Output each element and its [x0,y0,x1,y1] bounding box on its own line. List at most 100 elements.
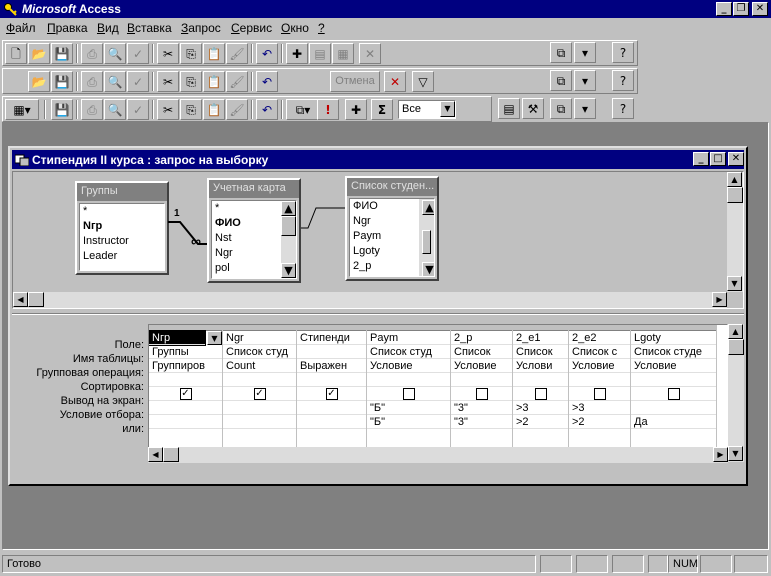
show-checkbox-cell[interactable] [569,387,630,401]
table-groups[interactable]: Группы * Nгр Instructor Leader [75,181,169,275]
grid-cell-sort[interactable] [223,373,296,387]
grid-cell-sort[interactable] [451,373,512,387]
database-window-icon[interactable]: ⧉ [550,42,572,63]
menu-window[interactable]: Окно [281,21,309,35]
save-icon[interactable]: 💾 [51,99,73,120]
field-item[interactable]: Leader [80,249,164,264]
delete-icon[interactable]: ✕ [359,43,381,64]
grid-cell-group[interactable]: Условие [367,359,450,373]
grid-cell-or[interactable]: "3" [451,415,512,429]
query-minimize-button[interactable]: _ [693,152,709,166]
query-type-dropdown-icon[interactable]: ⧉▾ [286,99,320,120]
restore-button[interactable]: ❐ [733,2,749,16]
database-window-icon[interactable]: ⧉ [550,70,572,91]
copy-icon[interactable]: ⎘ [180,43,202,64]
print-preview-icon[interactable]: 🔍 [104,99,126,120]
grid-cell-crit[interactable] [631,401,716,415]
unchecked-checkbox[interactable] [534,388,547,400]
copy-icon[interactable]: ⎘ [180,71,202,92]
unchecked-checkbox[interactable] [402,388,415,400]
filter-icon[interactable]: ▽ [412,71,434,92]
unchecked-checkbox[interactable] [667,388,680,400]
format-painter-icon[interactable]: 🖌 [226,99,248,120]
menu-tools[interactable]: Сервис [231,21,272,35]
delete-record-icon[interactable]: ✕ [384,71,406,92]
field-item[interactable]: Nгр [80,219,164,234]
chevron-down-icon[interactable]: ▼ [440,101,455,117]
save-icon[interactable]: 💾 [51,43,73,64]
grid-cell-crit[interactable] [149,401,222,415]
grid-cell-or[interactable]: >2 [569,415,630,429]
show-checkbox-cell[interactable] [631,387,716,401]
save-icon[interactable]: 💾 [51,71,73,92]
grid-cell-or[interactable]: "Б" [367,415,450,429]
new-object-dropdown-icon[interactable]: ▾ [574,70,596,91]
view-dropdown-icon[interactable]: ▦▾ [5,99,39,120]
scroll-thumb[interactable] [728,339,744,355]
spelling-icon[interactable]: ✓ [127,71,149,92]
table-students-list[interactable]: Список студен... ФИО Ngr Paym Lgoty 2_р … [345,176,439,281]
show-table-icon[interactable]: ✚ [345,99,367,120]
undo-icon[interactable]: ↶ [256,43,278,64]
grid-cell-field[interactable]: Paym [367,331,450,345]
scroll-down-icon[interactable]: ▼ [727,276,742,291]
menu-insert[interactable]: Вставка [127,21,172,35]
undo-icon[interactable]: ↶ [256,99,278,120]
grid-cell-sort[interactable] [149,373,222,387]
spelling-icon[interactable]: ✓ [127,43,149,64]
show-checkbox-cell[interactable] [451,387,512,401]
new-object-icon[interactable]: ✚ [286,43,308,64]
print-icon[interactable]: ⎙ [81,99,103,120]
cut-icon[interactable]: ✂ [157,43,179,64]
format-painter-icon[interactable]: 🖌 [226,43,248,64]
show-checkbox-cell[interactable] [513,387,568,401]
grid-cell-field[interactable]: Ngr [223,331,296,345]
grid-cell-crit[interactable] [223,401,296,415]
query-close-button[interactable]: ✕ [728,152,744,166]
open-folder-icon[interactable]: 📂 [28,43,50,64]
grid-cell-group[interactable]: Группиров [149,359,222,373]
table-record-card[interactable]: Учетная карта * ФИО Nst Ngr pol ▲ ▼ [207,178,301,283]
field-list-scrollbar[interactable]: ▲ ▼ [419,199,434,276]
grid-vscrollbar[interactable]: ▲ ▼ [728,324,744,462]
grid-cell-sort[interactable] [367,373,450,387]
scroll-thumb[interactable] [28,292,44,307]
grid-hscrollbar[interactable]: ◀ ▶ [148,447,728,463]
cut-icon[interactable]: ✂ [157,71,179,92]
help-icon[interactable]: ? [612,42,634,63]
help-icon[interactable]: ? [612,70,634,91]
table-title[interactable]: Список студен... [347,178,437,196]
scroll-left-icon[interactable]: ◀ [148,447,163,462]
grid-cell-group[interactable]: Count [223,359,296,373]
grid-cell-table[interactable]: Список студе [631,345,716,359]
scroll-down-icon[interactable]: ▼ [281,263,296,278]
scroll-thumb[interactable] [727,187,743,203]
checked-checkbox[interactable]: ✓ [253,388,266,400]
grid-cell-crit[interactable]: >3 [569,401,630,415]
scroll-left-icon[interactable]: ◀ [13,292,28,307]
menu-query[interactable]: Запрос [181,21,221,35]
open-folder-icon[interactable]: 📂 [28,71,50,92]
unchecked-checkbox[interactable] [475,388,488,400]
grid-cell-table[interactable]: Список студ [223,345,296,359]
checked-checkbox[interactable]: ✓ [325,388,338,400]
table-title[interactable]: Группы [77,183,167,201]
grid-cell-group[interactable]: Условие [631,359,716,373]
format-painter-icon[interactable]: 🖌 [226,71,248,92]
menu-edit[interactable]: Правка [47,21,88,35]
help-icon[interactable]: ? [612,98,634,119]
build-icon[interactable]: ⚒ [522,98,544,119]
grid-cell-field[interactable]: Стипенди [297,331,366,345]
grid-cell-crit[interactable]: >3 [513,401,568,415]
menu-file[interactable]: Файл [6,21,36,35]
paste-icon[interactable]: 📋 [203,71,225,92]
grid-cell-group[interactable]: Условие [451,359,512,373]
table-pane-vscrollbar[interactable]: ▲ ▼ [727,172,743,292]
properties-icon[interactable]: ▦ [332,43,354,64]
grid-cell-field[interactable]: 2_р [451,331,512,345]
grid-cell-sort[interactable] [297,373,366,387]
grid-cell-or[interactable]: Да [631,415,716,429]
show-checkbox-cell[interactable]: ✓ [297,387,366,401]
grid-cell-field[interactable]: 2_e2 [569,331,630,345]
scroll-right-icon[interactable]: ▶ [713,447,728,462]
